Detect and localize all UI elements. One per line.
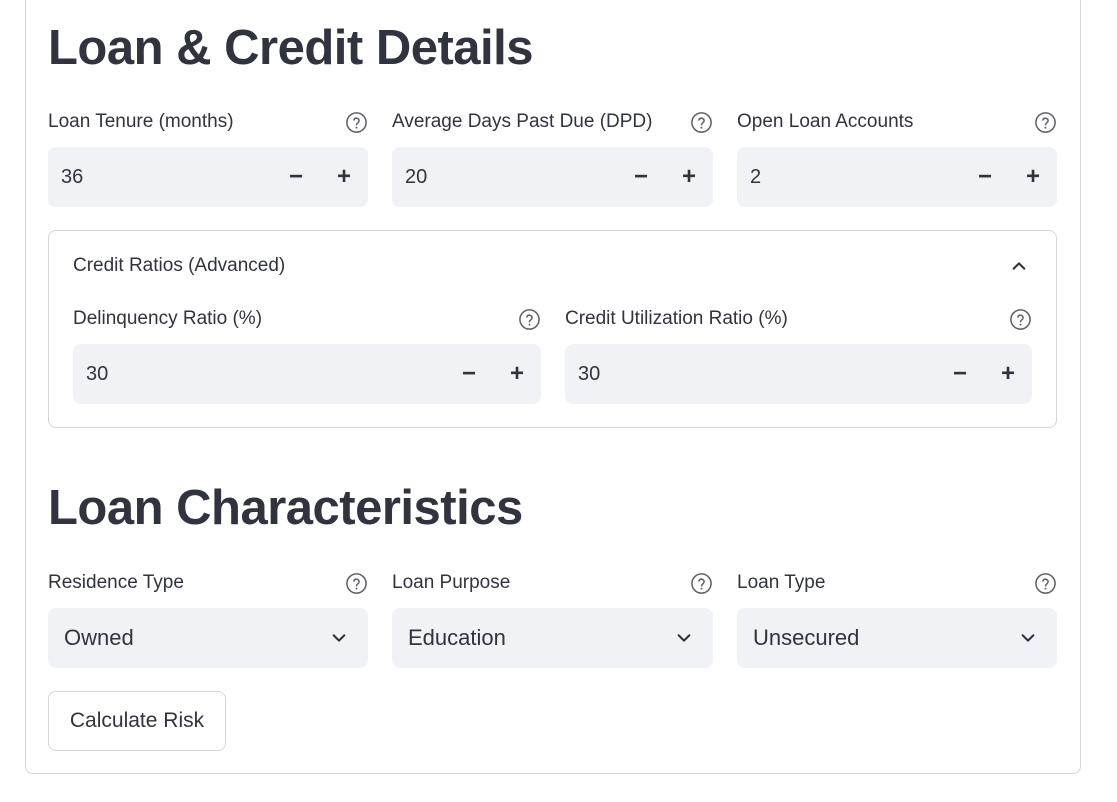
expander-header[interactable]: Credit Ratios (Advanced) xyxy=(73,255,1028,277)
help-icon[interactable] xyxy=(1034,572,1057,595)
help-icon[interactable] xyxy=(1034,111,1057,134)
increment-button[interactable]: + xyxy=(1009,147,1057,207)
loan-purpose-select[interactable]: Education xyxy=(392,608,713,668)
open-loans-input[interactable]: 2 − + xyxy=(737,147,1057,207)
decrement-button[interactable]: − xyxy=(272,147,320,207)
avg-dpd-value[interactable]: 20 xyxy=(405,166,617,189)
loan-type-label: Loan Type xyxy=(737,572,826,593)
loan-purpose-field: Loan Purpose Education xyxy=(392,570,713,668)
increment-button[interactable]: + xyxy=(984,344,1032,404)
increment-button[interactable]: + xyxy=(493,344,541,404)
residence-type-field: Residence Type Owned xyxy=(48,570,368,668)
decrement-button[interactable]: − xyxy=(617,147,665,207)
loan-type-field: Loan Type Unsecured xyxy=(737,570,1057,668)
help-icon[interactable] xyxy=(518,308,541,331)
residence-type-value[interactable]: Owned xyxy=(64,625,330,651)
loan-type-value[interactable]: Unsecured xyxy=(753,625,1019,651)
help-icon[interactable] xyxy=(345,111,368,134)
delinquency-ratio-label: Delinquency Ratio (%) xyxy=(73,308,263,329)
section-title-loan-credit: Loan & Credit Details xyxy=(48,21,534,75)
loan-tenure-input[interactable]: 36 − + xyxy=(48,147,368,207)
section-title-loan-characteristics: Loan Characteristics xyxy=(48,481,523,535)
chevron-up-icon[interactable] xyxy=(1010,257,1028,275)
loan-tenure-value[interactable]: 36 xyxy=(61,166,272,189)
loan-type-select[interactable]: Unsecured xyxy=(737,608,1057,668)
chevron-down-icon[interactable] xyxy=(330,629,348,647)
open-loans-field: Open Loan Accounts 2 − + xyxy=(737,109,1057,207)
delinquency-ratio-input[interactable]: 30 − + xyxy=(73,344,541,404)
decrement-button[interactable]: − xyxy=(936,344,984,404)
credit-utilization-field: Credit Utilization Ratio (%) 30 − + xyxy=(565,306,1032,404)
avg-dpd-label: Average Days Past Due (DPD) xyxy=(392,111,653,132)
credit-utilization-label: Credit Utilization Ratio (%) xyxy=(565,308,788,329)
help-icon[interactable] xyxy=(345,572,368,595)
chevron-down-icon[interactable] xyxy=(675,629,693,647)
increment-button[interactable]: + xyxy=(665,147,713,207)
help-icon[interactable] xyxy=(690,572,713,595)
open-loans-label: Open Loan Accounts xyxy=(737,111,914,132)
credit-utilization-input[interactable]: 30 − + xyxy=(565,344,1032,404)
avg-dpd-input[interactable]: 20 − + xyxy=(392,147,713,207)
credit-utilization-value[interactable]: 30 xyxy=(578,363,936,386)
chevron-down-icon[interactable] xyxy=(1019,629,1037,647)
help-icon[interactable] xyxy=(1009,308,1032,331)
residence-type-label: Residence Type xyxy=(48,572,184,593)
loan-tenure-field: Loan Tenure (months) 36 − + xyxy=(48,109,368,207)
loan-tenure-label: Loan Tenure (months) xyxy=(48,111,234,132)
expander-title[interactable]: Credit Ratios (Advanced) xyxy=(73,255,285,277)
avg-dpd-field: Average Days Past Due (DPD) 20 − + xyxy=(392,109,713,207)
help-icon[interactable] xyxy=(690,111,713,134)
open-loans-value[interactable]: 2 xyxy=(750,166,961,189)
decrement-button[interactable]: − xyxy=(445,344,493,404)
residence-type-select[interactable]: Owned xyxy=(48,608,368,668)
decrement-button[interactable]: − xyxy=(961,147,1009,207)
delinquency-ratio-value[interactable]: 30 xyxy=(86,363,445,386)
loan-purpose-label: Loan Purpose xyxy=(392,572,511,593)
increment-button[interactable]: + xyxy=(320,147,368,207)
loan-purpose-value[interactable]: Education xyxy=(408,625,675,651)
calculate-risk-button[interactable]: Calculate Risk xyxy=(48,691,226,751)
delinquency-ratio-field: Delinquency Ratio (%) 30 − + xyxy=(73,306,541,404)
credit-ratios-expander: Credit Ratios (Advanced) Delinquency Rat… xyxy=(48,230,1057,428)
